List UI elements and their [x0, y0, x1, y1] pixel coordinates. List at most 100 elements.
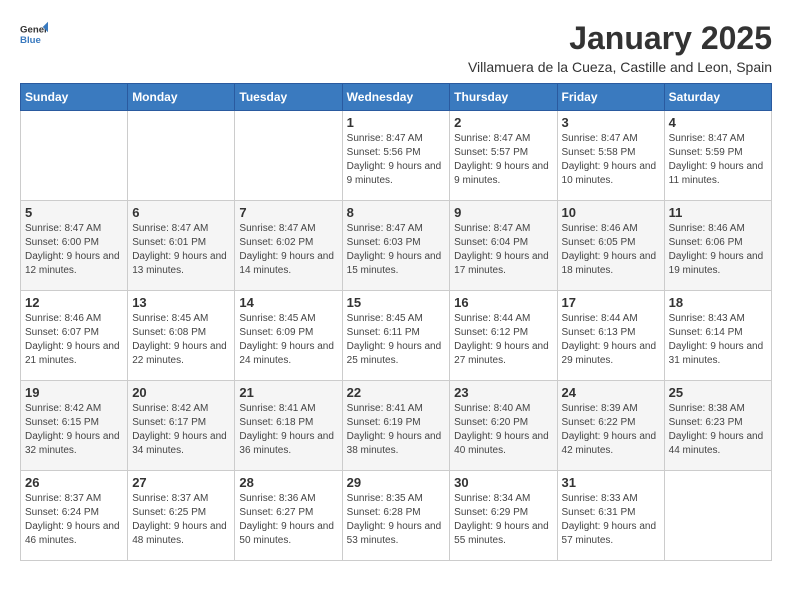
- svg-text:General: General: [20, 24, 48, 35]
- calendar-cell: 25 Sunrise: 8:38 AM Sunset: 6:23 PM Dayli…: [664, 381, 771, 471]
- day-info: Sunrise: 8:47 AM Sunset: 6:03 PM Dayligh…: [347, 222, 446, 278]
- calendar-cell: 27Sunrise: 8:37 AM Sunset: 6:25 PM Dayli…: [128, 471, 235, 561]
- day-number: 24: [562, 385, 660, 400]
- day-number: 14: [239, 295, 337, 310]
- day-number: 2: [454, 115, 552, 130]
- calendar-cell: 29 Sunrise: 8:35 AM Sunset: 6:28 PM Dayli…: [342, 471, 450, 561]
- header-monday: Monday: [128, 84, 235, 111]
- day-number: 16: [454, 295, 552, 310]
- calendar-cell: 17Sunrise: 8:44 AM Sunset: 6:13 PM Dayli…: [557, 291, 664, 381]
- day-number: 29: [347, 475, 446, 490]
- title-area: January 2025 Villamuera de la Cueza, Cas…: [468, 20, 772, 75]
- calendar-cell: 8Sunrise: 8:47 AM Sunset: 6:03 PM Daylig…: [342, 201, 450, 291]
- calendar-cell: 7 Sunrise: 8:47 AM Sunset: 6:02 PM Daylig…: [235, 201, 342, 291]
- day-number: 26: [25, 475, 123, 490]
- day-info: Sunrise: 8:47 AM Sunset: 6:04 PM Dayligh…: [454, 222, 552, 278]
- calendar-cell: 23 Sunrise: 8:40 AM Sunset: 6:20 PM Dayli…: [450, 381, 557, 471]
- day-info: Sunrise: 8:34 AM Sunset: 6:29 PM Dayligh…: [454, 492, 552, 548]
- day-info: Sunrise: 8:46 AM Sunset: 6:07 PM Dayligh…: [25, 312, 123, 368]
- calendar-cell: 22 Sunrise: 8:41 AM Sunset: 6:19 PM Dayli…: [342, 381, 450, 471]
- calendar-week-4: 19 Sunrise: 8:42 AM Sunset: 6:15 PM Dayli…: [21, 381, 772, 471]
- day-info: Sunrise: 8:47 AM Sunset: 5:57 PM Dayligh…: [454, 132, 552, 188]
- calendar-cell: 31Sunrise: 8:33 AM Sunset: 6:31 PM Dayli…: [557, 471, 664, 561]
- calendar-cell: 12 Sunrise: 8:46 AM Sunset: 6:07 PM Dayli…: [21, 291, 128, 381]
- day-number: 13: [132, 295, 230, 310]
- day-number: 6: [132, 205, 230, 220]
- header-tuesday: Tuesday: [235, 84, 342, 111]
- calendar-cell: 16 Sunrise: 8:44 AM Sunset: 6:12 PM Dayli…: [450, 291, 557, 381]
- day-info: Sunrise: 8:44 AM Sunset: 6:13 PM Dayligh…: [562, 312, 660, 368]
- day-info: Sunrise: 8:41 AM Sunset: 6:18 PM Dayligh…: [239, 402, 337, 458]
- month-title: January 2025: [468, 20, 772, 57]
- day-number: 28: [239, 475, 337, 490]
- header-thursday: Thursday: [450, 84, 557, 111]
- day-number: 4: [669, 115, 767, 130]
- day-info: Sunrise: 8:37 AM Sunset: 6:24 PM Dayligh…: [25, 492, 123, 548]
- day-info: Sunrise: 8:43 AM Sunset: 6:14 PM Dayligh…: [669, 312, 767, 368]
- day-info: Sunrise: 8:35 AM Sunset: 6:28 PM Dayligh…: [347, 492, 446, 548]
- calendar-cell: [128, 111, 235, 201]
- header-friday: Friday: [557, 84, 664, 111]
- day-number: 9: [454, 205, 552, 220]
- day-number: 12: [25, 295, 123, 310]
- calendar-cell: 11Sunrise: 8:46 AM Sunset: 6:06 PM Dayli…: [664, 201, 771, 291]
- calendar-cell: 6 Sunrise: 8:47 AM Sunset: 6:01 PM Daylig…: [128, 201, 235, 291]
- logo: General Blue: [20, 20, 48, 48]
- day-info: Sunrise: 8:41 AM Sunset: 6:19 PM Dayligh…: [347, 402, 446, 458]
- day-info: Sunrise: 8:42 AM Sunset: 6:15 PM Dayligh…: [25, 402, 123, 458]
- calendar-cell: [235, 111, 342, 201]
- day-number: 23: [454, 385, 552, 400]
- day-number: 30: [454, 475, 552, 490]
- day-info: Sunrise: 8:40 AM Sunset: 6:20 PM Dayligh…: [454, 402, 552, 458]
- day-info: Sunrise: 8:38 AM Sunset: 6:23 PM Dayligh…: [669, 402, 767, 458]
- day-number: 22: [347, 385, 446, 400]
- day-info: Sunrise: 8:47 AM Sunset: 5:59 PM Dayligh…: [669, 132, 767, 188]
- day-number: 18: [669, 295, 767, 310]
- calendar-cell: 10Sunrise: 8:46 AM Sunset: 6:05 PM Dayli…: [557, 201, 664, 291]
- day-info: Sunrise: 8:47 AM Sunset: 5:58 PM Dayligh…: [562, 132, 660, 188]
- day-number: 31: [562, 475, 660, 490]
- day-info: Sunrise: 8:45 AM Sunset: 6:08 PM Dayligh…: [132, 312, 230, 368]
- calendar-cell: 15Sunrise: 8:45 AM Sunset: 6:11 PM Dayli…: [342, 291, 450, 381]
- calendar-cell: 19 Sunrise: 8:42 AM Sunset: 6:15 PM Dayli…: [21, 381, 128, 471]
- calendar-cell: 4 Sunrise: 8:47 AM Sunset: 5:59 PM Daylig…: [664, 111, 771, 201]
- day-number: 1: [347, 115, 446, 130]
- calendar-header-row: Sunday Monday Tuesday Wednesday Thursday…: [21, 84, 772, 111]
- calendar-cell: 24 Sunrise: 8:39 AM Sunset: 6:22 PM Dayli…: [557, 381, 664, 471]
- logo-icon: General Blue: [20, 20, 48, 48]
- page-header: General Blue January 2025 Villamuera de …: [20, 20, 772, 75]
- day-info: Sunrise: 8:47 AM Sunset: 5:56 PM Dayligh…: [347, 132, 446, 188]
- calendar-cell: 3 Sunrise: 8:47 AM Sunset: 5:58 PM Daylig…: [557, 111, 664, 201]
- day-info: Sunrise: 8:46 AM Sunset: 6:05 PM Dayligh…: [562, 222, 660, 278]
- header-sunday: Sunday: [21, 84, 128, 111]
- subtitle: Villamuera de la Cueza, Castille and Leo…: [468, 59, 772, 75]
- calendar-cell: 20Sunrise: 8:42 AM Sunset: 6:17 PM Dayli…: [128, 381, 235, 471]
- day-info: Sunrise: 8:36 AM Sunset: 6:27 PM Dayligh…: [239, 492, 337, 548]
- calendar-cell: 5 Sunrise: 8:47 AM Sunset: 6:00 PM Daylig…: [21, 201, 128, 291]
- day-info: Sunrise: 8:45 AM Sunset: 6:09 PM Dayligh…: [239, 312, 337, 368]
- calendar-week-3: 12 Sunrise: 8:46 AM Sunset: 6:07 PM Dayli…: [21, 291, 772, 381]
- svg-text:Blue: Blue: [20, 35, 41, 46]
- day-number: 5: [25, 205, 123, 220]
- calendar-week-2: 5 Sunrise: 8:47 AM Sunset: 6:00 PM Daylig…: [21, 201, 772, 291]
- day-info: Sunrise: 8:47 AM Sunset: 6:00 PM Dayligh…: [25, 222, 123, 278]
- calendar-cell: [21, 111, 128, 201]
- day-number: 25: [669, 385, 767, 400]
- day-info: Sunrise: 8:39 AM Sunset: 6:22 PM Dayligh…: [562, 402, 660, 458]
- calendar-cell: 14 Sunrise: 8:45 AM Sunset: 6:09 PM Dayli…: [235, 291, 342, 381]
- day-number: 3: [562, 115, 660, 130]
- header-saturday: Saturday: [664, 84, 771, 111]
- calendar-cell: 18 Sunrise: 8:43 AM Sunset: 6:14 PM Dayli…: [664, 291, 771, 381]
- day-info: Sunrise: 8:44 AM Sunset: 6:12 PM Dayligh…: [454, 312, 552, 368]
- day-info: Sunrise: 8:45 AM Sunset: 6:11 PM Dayligh…: [347, 312, 446, 368]
- day-number: 19: [25, 385, 123, 400]
- day-info: Sunrise: 8:47 AM Sunset: 6:02 PM Dayligh…: [239, 222, 337, 278]
- calendar-week-5: 26 Sunrise: 8:37 AM Sunset: 6:24 PM Dayli…: [21, 471, 772, 561]
- day-number: 11: [669, 205, 767, 220]
- calendar-table: Sunday Monday Tuesday Wednesday Thursday…: [20, 83, 772, 561]
- calendar-cell: 1 Sunrise: 8:47 AM Sunset: 5:56 PM Daylig…: [342, 111, 450, 201]
- day-info: Sunrise: 8:47 AM Sunset: 6:01 PM Dayligh…: [132, 222, 230, 278]
- day-info: Sunrise: 8:37 AM Sunset: 6:25 PM Dayligh…: [132, 492, 230, 548]
- calendar-cell: [664, 471, 771, 561]
- day-number: 7: [239, 205, 337, 220]
